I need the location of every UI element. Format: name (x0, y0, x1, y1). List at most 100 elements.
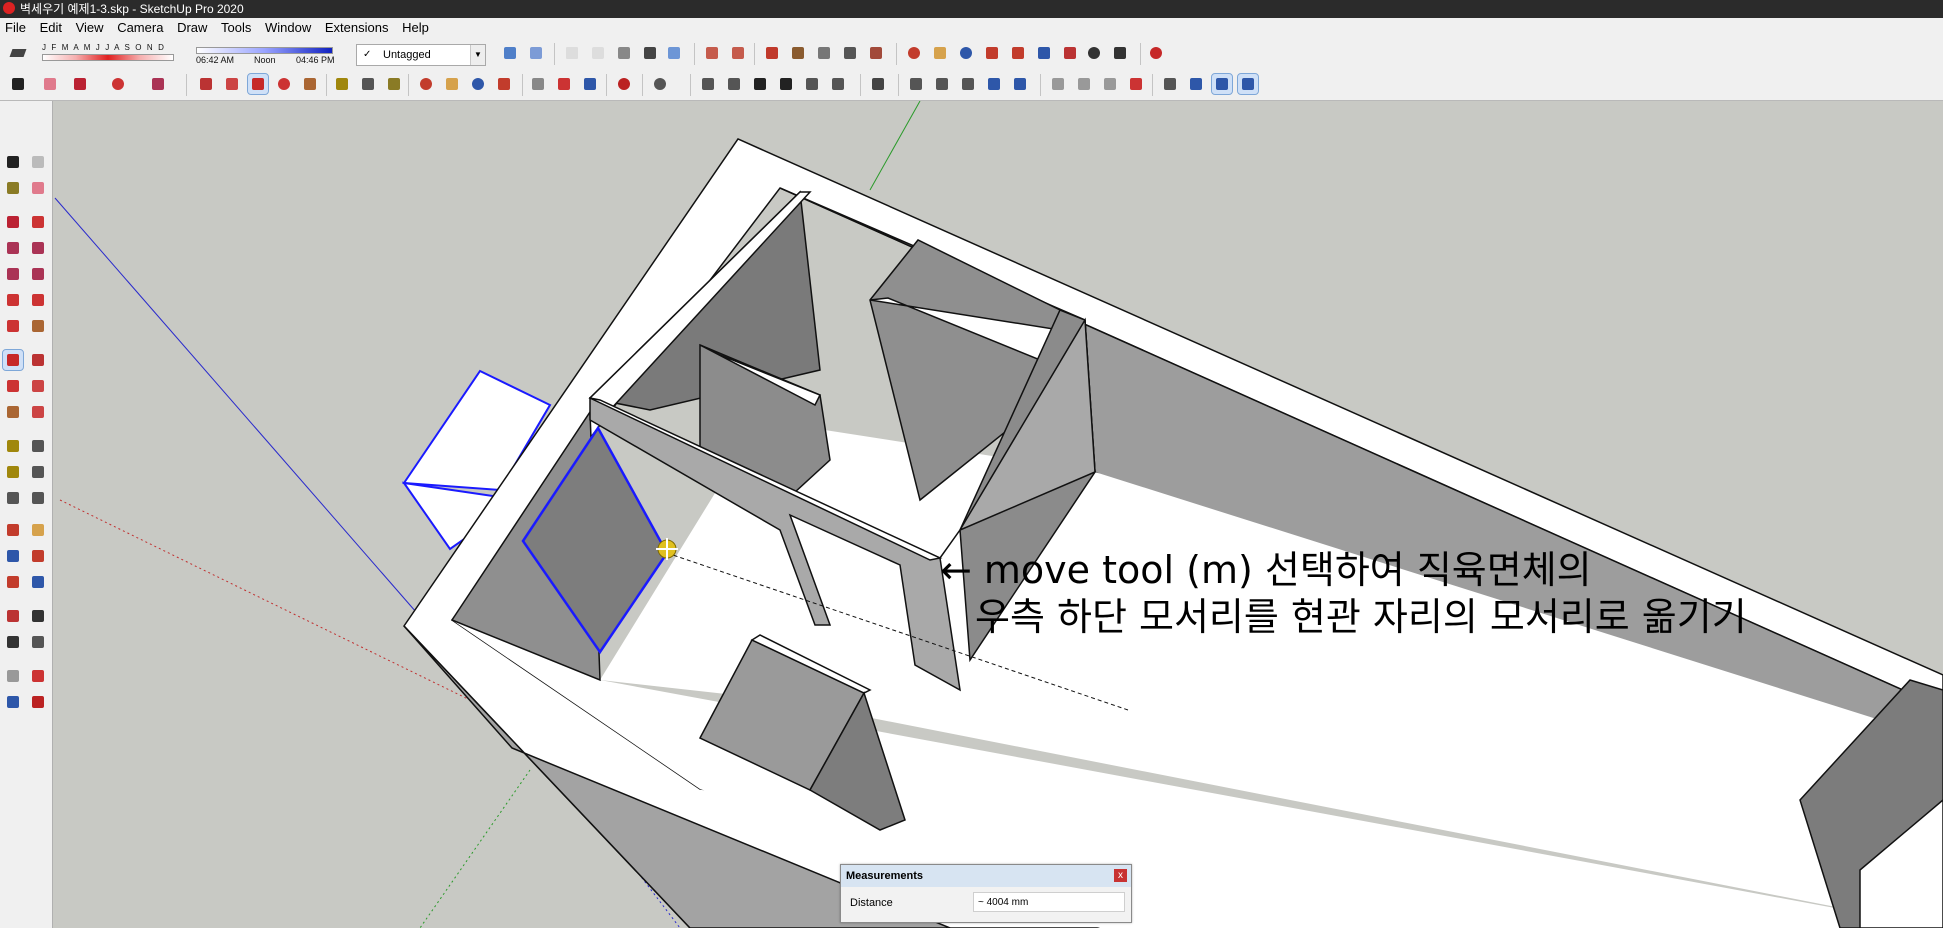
rotated-rectangle-icon[interactable] (28, 238, 48, 258)
freehand-tool-icon[interactable] (28, 212, 48, 232)
model-viewport[interactable]: ← move tool (m) 선택하여 직육면체의 우측 하단 모서리를 현관… (53, 101, 1943, 928)
pan-tool-icon[interactable] (28, 520, 48, 540)
measurements-value-field[interactable]: ~ 4004 mm (973, 892, 1125, 912)
menu-extensions[interactable]: Extensions (320, 18, 394, 38)
ruby-tool-icon[interactable] (28, 692, 48, 712)
close-icon[interactable]: x (1114, 869, 1127, 882)
eraser-icon[interactable] (40, 74, 60, 94)
section-plane-icon[interactable] (702, 43, 722, 63)
house-icon[interactable] (776, 74, 796, 94)
style-2-icon[interactable] (788, 43, 808, 63)
zoom-extents-2-icon[interactable] (494, 74, 514, 94)
box-icon[interactable] (828, 74, 848, 94)
look-around-tool-icon[interactable] (28, 606, 48, 626)
axes-icon[interactable] (1160, 74, 1180, 94)
menu-help[interactable]: Help (397, 18, 434, 38)
follow-me-tool-icon[interactable] (28, 376, 48, 396)
line-icon[interactable] (70, 74, 90, 94)
model-canvas[interactable] (53, 101, 1943, 928)
shadow-time-slider[interactable] (196, 47, 333, 54)
position-camera-tool-icon[interactable] (3, 606, 23, 626)
scale-tool-icon[interactable] (3, 402, 23, 422)
outliner-icon[interactable] (802, 74, 822, 94)
rotate-tool-icon[interactable] (3, 376, 23, 396)
offset-tool-icon[interactable] (28, 402, 48, 422)
shaded-textures-icon[interactable] (664, 43, 684, 63)
layout-tool-icon[interactable] (3, 692, 23, 712)
right-view-icon[interactable] (588, 43, 608, 63)
previous-tool-icon[interactable] (28, 572, 48, 592)
solid-tools-1-icon[interactable] (1186, 74, 1206, 94)
section-cut-icon[interactable] (728, 43, 748, 63)
3d-text-tool-icon[interactable] (28, 488, 48, 508)
sandbox-4-icon[interactable] (1126, 74, 1146, 94)
pan-2-icon[interactable] (442, 74, 462, 94)
previous-view-icon[interactable] (1034, 43, 1054, 63)
solid-tools-2-icon[interactable] (1211, 73, 1233, 95)
orbit-tool-icon[interactable] (3, 520, 23, 540)
menu-window[interactable]: Window (260, 18, 316, 38)
chevron-down-icon[interactable]: ▼ (470, 45, 485, 65)
protractor-tool-icon[interactable] (3, 462, 23, 482)
component-2-icon[interactable] (724, 74, 744, 94)
tape-measure-icon[interactable] (332, 74, 352, 94)
orbit-2-icon[interactable] (416, 74, 436, 94)
text-icon[interactable] (358, 74, 378, 94)
three-point-arc-icon[interactable] (28, 316, 48, 336)
position-camera-icon[interactable] (1060, 43, 1080, 63)
menu-view[interactable]: View (71, 18, 109, 38)
component-7-icon[interactable] (1010, 74, 1030, 94)
walk-tool-icon[interactable] (3, 632, 23, 652)
zoom-extents-icon[interactable] (1008, 43, 1028, 63)
style-5-icon[interactable] (866, 43, 886, 63)
section-tool-icon[interactable] (28, 632, 48, 652)
rectangle-tool-icon[interactable] (3, 238, 23, 258)
walk-icon[interactable] (1110, 43, 1130, 63)
tape-tool-icon[interactable] (3, 436, 23, 456)
front-view-icon[interactable] (562, 43, 582, 63)
circle-tool-icon[interactable] (3, 264, 23, 284)
back-view-icon[interactable] (614, 43, 634, 63)
zoom-2-icon[interactable] (468, 74, 488, 94)
zoom-extents-tool-icon[interactable] (3, 572, 23, 592)
home-icon[interactable] (750, 74, 770, 94)
zoom-window-icon[interactable] (982, 43, 1002, 63)
select-tool-icon[interactable] (3, 152, 23, 172)
component-1-icon[interactable] (698, 74, 718, 94)
paint-bucket-icon[interactable] (384, 74, 404, 94)
top-view-icon[interactable] (526, 43, 546, 63)
layers-icon[interactable] (868, 74, 888, 94)
look-around-icon[interactable] (1084, 43, 1104, 63)
sandbox-1-icon[interactable] (1048, 74, 1068, 94)
push-pull-tool-icon[interactable] (28, 350, 48, 370)
sandbox-3-icon[interactable] (1100, 74, 1120, 94)
warehouse-tool-icon[interactable] (3, 666, 23, 686)
pan-icon[interactable] (930, 43, 950, 63)
component-tool-icon[interactable] (28, 152, 48, 172)
line-tool-icon[interactable] (3, 212, 23, 232)
zoom-window-tool-icon[interactable] (28, 546, 48, 566)
orbit-icon[interactable] (904, 43, 924, 63)
warehouse-2-icon[interactable] (528, 74, 548, 94)
style-4-icon[interactable] (840, 43, 860, 63)
push-pull-icon[interactable] (196, 74, 216, 94)
shadow-date-slider[interactable] (42, 54, 174, 61)
style-1-icon[interactable] (762, 43, 782, 63)
style-3-icon[interactable] (814, 43, 834, 63)
scale-icon[interactable] (300, 74, 320, 94)
sandbox-2-icon[interactable] (1074, 74, 1094, 94)
rectangle-icon[interactable] (148, 74, 168, 94)
iso-view-icon[interactable] (500, 43, 520, 63)
solid-tools-3-icon[interactable] (1237, 73, 1259, 95)
zoom-icon[interactable] (956, 43, 976, 63)
dimension-tool-icon[interactable] (28, 436, 48, 456)
component-3-icon[interactable] (906, 74, 926, 94)
arc-icon[interactable] (108, 74, 128, 94)
rotate-icon[interactable] (274, 74, 294, 94)
send-to-layout-icon[interactable] (580, 74, 600, 94)
follow-me-icon[interactable] (222, 74, 242, 94)
extension-warehouse-icon[interactable] (554, 74, 574, 94)
arc-tool-icon[interactable] (3, 290, 23, 310)
component-5-icon[interactable] (958, 74, 978, 94)
warehouse-icon[interactable] (1146, 43, 1166, 63)
